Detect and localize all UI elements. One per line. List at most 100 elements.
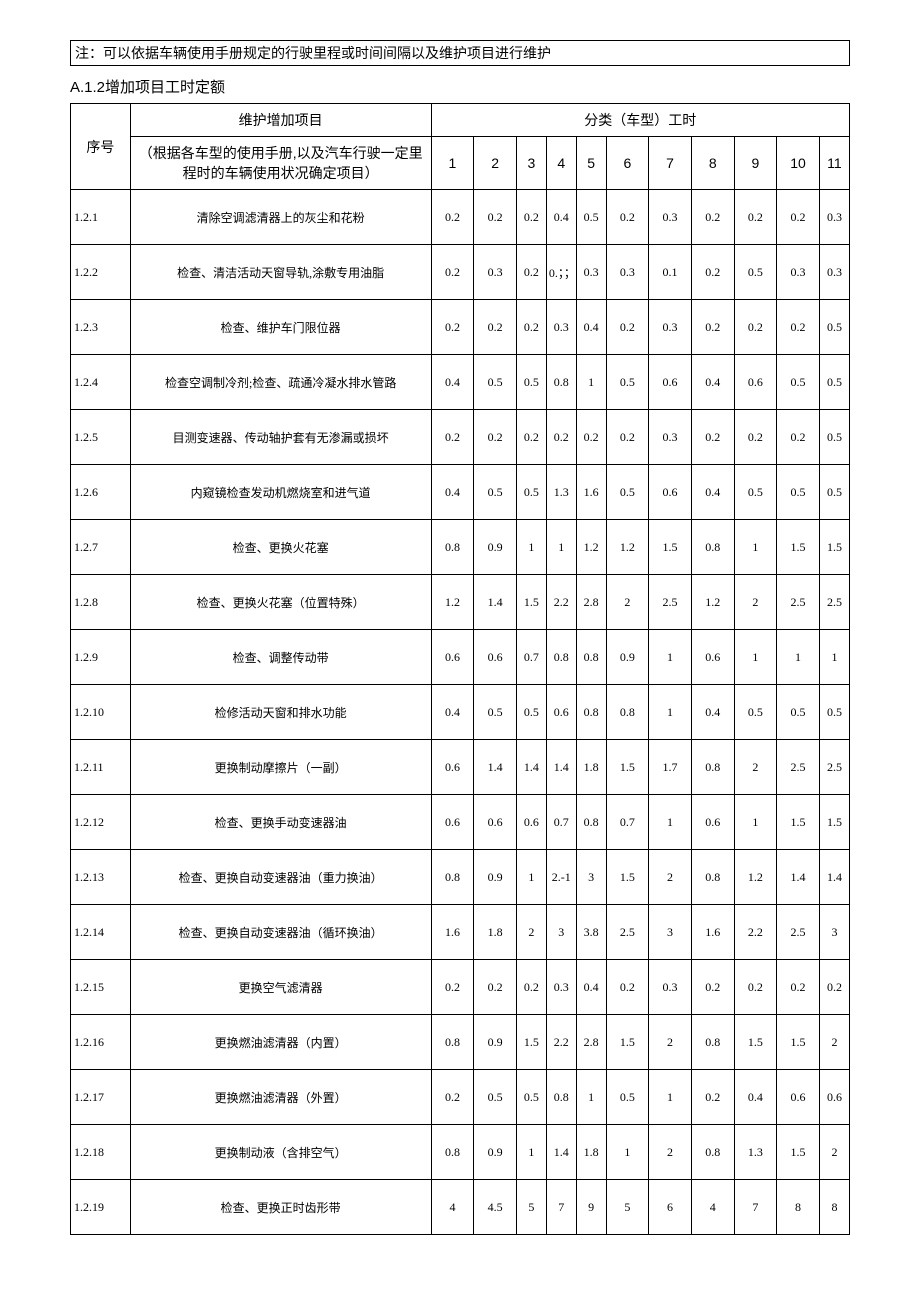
header-col-10: 10 [777, 137, 820, 190]
cell-value: 0.9 [474, 850, 517, 905]
table-row: 1.2.5目测变速器、传动轴护套有无渗漏或损坏0.20.20.20.20.20.… [71, 410, 850, 465]
table-row: 1.2.12检查、更换手动变速器油0.60.60.60.70.80.710.61… [71, 795, 850, 850]
cell-value: 0.4 [431, 465, 474, 520]
cell-value: 0.5 [777, 355, 820, 410]
quota-table: 序号 维护增加项目 分类（车型）工时 （根据各车型的使用手册,以及汽车行驶一定里… [70, 103, 850, 1235]
cell-desc: 检查、更换手动变速器油 [130, 795, 431, 850]
cell-value: 0.8 [691, 1015, 734, 1070]
cell-seq: 1.2.3 [71, 300, 131, 355]
header-seq: 序号 [71, 104, 131, 190]
cell-value: 0.5 [606, 355, 649, 410]
cell-seq: 1.2.8 [71, 575, 131, 630]
cell-value: 0.5 [474, 355, 517, 410]
cell-value: 0.4 [546, 190, 576, 245]
cell-value: 1.3 [546, 465, 576, 520]
cell-value: 0.2 [691, 245, 734, 300]
cell-value: 5 [516, 1180, 546, 1235]
cell-value: 0.2 [691, 190, 734, 245]
cell-value: 1.7 [649, 740, 692, 795]
cell-value: 0.2 [431, 1070, 474, 1125]
cell-value: 0.2 [431, 190, 474, 245]
cell-value: 0.8 [431, 520, 474, 575]
cell-value: 2 [734, 575, 777, 630]
cell-desc: 检查、调整传动带 [130, 630, 431, 685]
cell-value: 0.2 [606, 960, 649, 1015]
cell-value: 1.5 [777, 520, 820, 575]
cell-value: 1.6 [431, 905, 474, 960]
cell-value: 1.4 [777, 850, 820, 905]
cell-value: 0.2 [606, 190, 649, 245]
cell-value: 5 [606, 1180, 649, 1235]
cell-value: 0.6 [734, 355, 777, 410]
cell-value: 1.5 [777, 1015, 820, 1070]
cell-value: 0.2 [691, 960, 734, 1015]
cell-value: 1 [734, 795, 777, 850]
header-col-7: 7 [649, 137, 692, 190]
cell-value: 0.5 [819, 685, 849, 740]
cell-value: 0.6 [431, 630, 474, 685]
cell-value: 1 [546, 520, 576, 575]
cell-value: 1 [516, 520, 546, 575]
cell-value: 1 [606, 1125, 649, 1180]
table-row: 1.2.18更换制动液（含排空气）0.80.911.41.8120.81.31.… [71, 1125, 850, 1180]
cell-value: 1 [576, 355, 606, 410]
cell-value: 3 [546, 905, 576, 960]
cell-value: 0.2 [431, 960, 474, 1015]
cell-desc: 更换制动液（含排空气） [130, 1125, 431, 1180]
cell-seq: 1.2.11 [71, 740, 131, 795]
cell-value: 0.4 [691, 465, 734, 520]
cell-value: 1.6 [576, 465, 606, 520]
cell-desc: 检查、更换自动变速器油（重力换油） [130, 850, 431, 905]
cell-value: 2.5 [819, 740, 849, 795]
cell-value: 0.2 [691, 1070, 734, 1125]
cell-value: 2.2 [546, 1015, 576, 1070]
cell-value: 0.8 [606, 685, 649, 740]
cell-value: 0.6 [649, 465, 692, 520]
cell-value: 1.5 [777, 795, 820, 850]
cell-value: 0.2 [734, 960, 777, 1015]
cell-value: 0.6 [546, 685, 576, 740]
header-desc-line1: 维护增加项目 [130, 104, 431, 137]
cell-value: 0.2 [431, 410, 474, 465]
cell-value: 2.5 [606, 905, 649, 960]
cell-value: 2.5 [777, 740, 820, 795]
cell-seq: 1.2.14 [71, 905, 131, 960]
cell-value: 1.4 [546, 740, 576, 795]
cell-value: 0.7 [546, 795, 576, 850]
cell-value: 2.5 [777, 905, 820, 960]
cell-value: 1.2 [576, 520, 606, 575]
cell-value: 0.6 [691, 795, 734, 850]
cell-value: 7 [734, 1180, 777, 1235]
cell-seq: 1.2.5 [71, 410, 131, 465]
cell-seq: 1.2.15 [71, 960, 131, 1015]
cell-value: 0.6 [474, 795, 517, 850]
cell-value: 0.2 [734, 300, 777, 355]
cell-value: 1.4 [474, 740, 517, 795]
cell-value: 8 [819, 1180, 849, 1235]
cell-value: 1.5 [734, 1015, 777, 1070]
cell-value: 2.2 [546, 575, 576, 630]
cell-value: 0.2 [777, 300, 820, 355]
cell-seq: 1.2.13 [71, 850, 131, 905]
header-col-11: 11 [819, 137, 849, 190]
cell-value: 1 [819, 630, 849, 685]
cell-value: 0.3 [606, 245, 649, 300]
cell-value: 0.8 [691, 520, 734, 575]
cell-value: 0.5 [516, 355, 546, 410]
cell-value: 0.2 [734, 190, 777, 245]
cell-value: 1 [649, 630, 692, 685]
cell-value: 0.4 [431, 685, 474, 740]
cell-seq: 1.2.7 [71, 520, 131, 575]
cell-value: 0.7 [516, 630, 546, 685]
table-row: 1.2.19检查、更换正时齿形带44.5579564788 [71, 1180, 850, 1235]
cell-value: 9 [576, 1180, 606, 1235]
cell-value: 0.8 [431, 1015, 474, 1070]
cell-desc: 更换燃油滤清器（外置） [130, 1070, 431, 1125]
table-row: 1.2.13检查、更换自动变速器油（重力换油）0.80.912.-131.520… [71, 850, 850, 905]
cell-value: 0.2 [516, 410, 546, 465]
cell-value: 0.2 [734, 410, 777, 465]
section-title: A.1.2增加项目工时定额 [70, 76, 850, 97]
cell-value: 0.5 [516, 465, 546, 520]
cell-value: 0.3 [576, 245, 606, 300]
note-text: 注：可以依据车辆使用手册规定的行驶里程或时间间隔以及维护项目进行维护 [75, 47, 551, 62]
